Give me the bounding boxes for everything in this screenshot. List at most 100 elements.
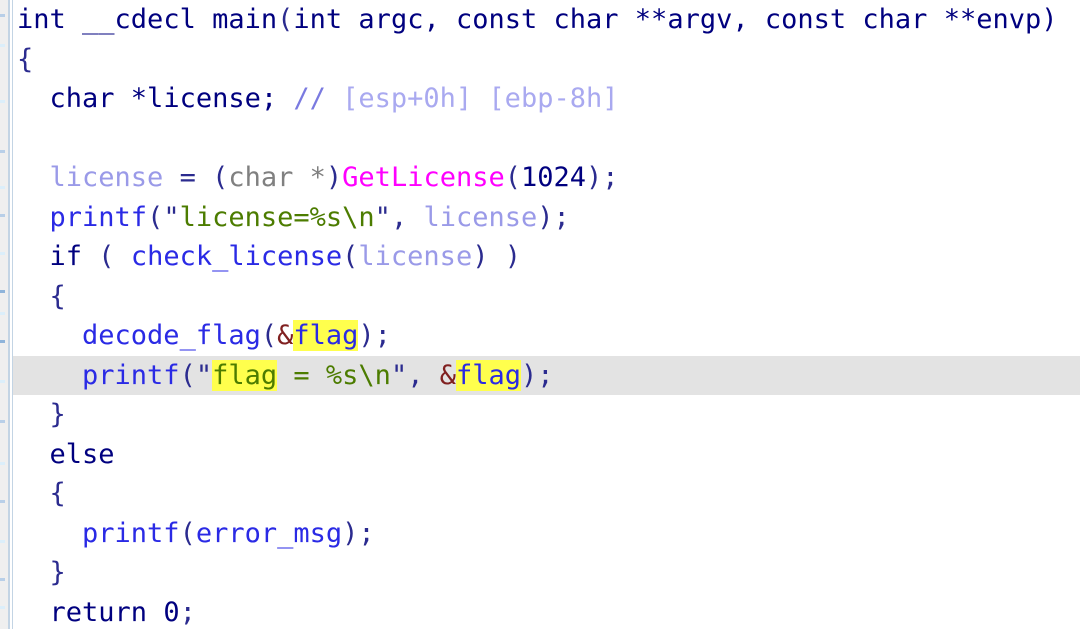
code-line[interactable]	[13, 119, 1080, 159]
code-token[interactable]: license=%s\n	[180, 202, 375, 233]
code-token[interactable]: (	[212, 162, 228, 193]
code-token[interactable]: )	[326, 162, 342, 193]
gutter-tick	[0, 252, 5, 255]
code-token[interactable]	[17, 439, 50, 470]
code-token[interactable]	[17, 162, 50, 193]
code-token[interactable]: **envp)	[927, 4, 1058, 35]
code-pane[interactable]: int __cdecl main(int argc, const char **…	[13, 0, 1080, 629]
code-token[interactable]: char	[50, 83, 115, 114]
code-token[interactable]: );	[358, 320, 391, 351]
code-token[interactable]: if	[50, 241, 83, 272]
code-token[interactable]: &	[277, 320, 293, 351]
code-token[interactable]: (	[147, 202, 163, 233]
code-line[interactable]: printf(error_msg);	[13, 514, 1080, 554]
code-token[interactable]	[537, 4, 553, 35]
code-token[interactable]: {	[17, 281, 66, 312]
code-token[interactable]: license	[423, 202, 537, 233]
code-token[interactable]: __cdecl	[66, 4, 212, 35]
code-token[interactable]	[17, 360, 82, 391]
code-line[interactable]: printf("flag = %s\n", &flag);	[13, 355, 1080, 395]
code-token[interactable]	[17, 241, 50, 272]
code-line[interactable]: license = (char *)GetLicense(1024);	[13, 158, 1080, 198]
code-token[interactable]: char	[862, 4, 927, 35]
code-line[interactable]: }	[13, 553, 1080, 593]
code-token[interactable]: (	[277, 4, 293, 35]
code-token[interactable]	[17, 320, 82, 351]
code-line[interactable]: printf("license=%s\n", license);	[13, 198, 1080, 238]
code-token[interactable]: printf	[82, 360, 180, 391]
code-token[interactable]	[17, 518, 82, 549]
code-token[interactable]: 1024	[521, 162, 586, 193]
code-token[interactable]: (	[82, 241, 131, 272]
code-token[interactable]: ,	[391, 202, 424, 233]
code-token[interactable]: }	[17, 557, 66, 588]
code-token[interactable]	[846, 4, 862, 35]
code-token[interactable]: );	[586, 162, 619, 193]
code-token[interactable]: (	[180, 360, 196, 391]
code-token[interactable]: return	[50, 597, 148, 628]
code-token[interactable]: 0	[163, 597, 179, 628]
code-token[interactable]: &	[440, 360, 456, 391]
code-token[interactable]: const	[456, 4, 537, 35]
gutter-tick	[0, 540, 5, 543]
code-token[interactable]: );	[521, 360, 554, 391]
code-token[interactable]: (	[342, 241, 358, 272]
code-token[interactable]: );	[537, 202, 570, 233]
code-token[interactable]: "	[391, 360, 407, 391]
code-token[interactable]: license	[50, 162, 164, 193]
code-line[interactable]: }	[13, 395, 1080, 435]
code-token[interactable]: printf	[82, 518, 180, 549]
code-token[interactable]: main	[212, 4, 277, 35]
code-token[interactable]: ) )	[472, 241, 521, 272]
code-line[interactable]: else	[13, 435, 1080, 475]
code-token[interactable]: GetLicense	[342, 162, 505, 193]
code-token[interactable]: *license;	[115, 83, 294, 114]
code-token[interactable]: ,	[407, 360, 440, 391]
code-token[interactable]: [esp+0h] [ebp-8h]	[326, 83, 618, 114]
code-overview-gutter[interactable]	[0, 0, 8, 629]
code-line[interactable]: {	[13, 40, 1080, 80]
code-token[interactable]: =	[163, 162, 212, 193]
code-token[interactable]: license	[358, 241, 472, 272]
code-token[interactable]: char	[554, 4, 619, 35]
code-line[interactable]: {	[13, 474, 1080, 514]
code-token[interactable]: printf	[50, 202, 148, 233]
code-line[interactable]: char *license; // [esp+0h] [ebp-8h]	[13, 79, 1080, 119]
code-line[interactable]: {	[13, 277, 1080, 317]
code-token[interactable]: (	[261, 320, 277, 351]
highlighted-token[interactable]: flag	[455, 359, 522, 391]
code-token[interactable]	[17, 597, 50, 628]
highlighted-token[interactable]: flag	[293, 320, 359, 351]
code-token[interactable]: decode_flag	[82, 320, 261, 351]
code-token[interactable]: = %s\n	[277, 360, 391, 391]
code-line[interactable]: if ( check_license(license) )	[13, 237, 1080, 277]
code-token[interactable]	[17, 83, 50, 114]
code-token[interactable]	[147, 597, 163, 628]
code-token[interactable]: ;	[180, 597, 196, 628]
code-token[interactable]: int	[293, 4, 342, 35]
highlighted-token[interactable]: flag	[212, 359, 278, 391]
code-token[interactable]: int	[17, 4, 66, 35]
code-token[interactable]: //	[293, 83, 326, 114]
code-token[interactable]: **argv,	[619, 4, 765, 35]
code-token[interactable]: check_license	[131, 241, 342, 272]
code-token[interactable]: char	[228, 162, 293, 193]
code-line[interactable]: decode_flag(&flag);	[13, 316, 1080, 356]
code-token[interactable]: {	[17, 478, 66, 509]
code-token[interactable]: }	[17, 399, 66, 430]
code-token[interactable]: "	[196, 360, 212, 391]
code-line[interactable]: int __cdecl main(int argc, const char **…	[13, 0, 1080, 40]
code-token[interactable]: else	[50, 439, 115, 470]
code-token[interactable]: *	[293, 162, 326, 193]
code-token[interactable]: argc,	[342, 4, 456, 35]
code-token[interactable]: {	[17, 44, 33, 75]
code-token[interactable]: );	[342, 518, 375, 549]
code-token[interactable]	[17, 202, 50, 233]
code-token[interactable]: (	[505, 162, 521, 193]
code-line[interactable]: return 0;	[13, 593, 1080, 629]
code-token[interactable]: (	[180, 518, 196, 549]
code-token[interactable]: "	[375, 202, 391, 233]
code-token[interactable]: error_msg	[196, 518, 342, 549]
code-token[interactable]: "	[163, 202, 179, 233]
code-token[interactable]: const	[765, 4, 846, 35]
